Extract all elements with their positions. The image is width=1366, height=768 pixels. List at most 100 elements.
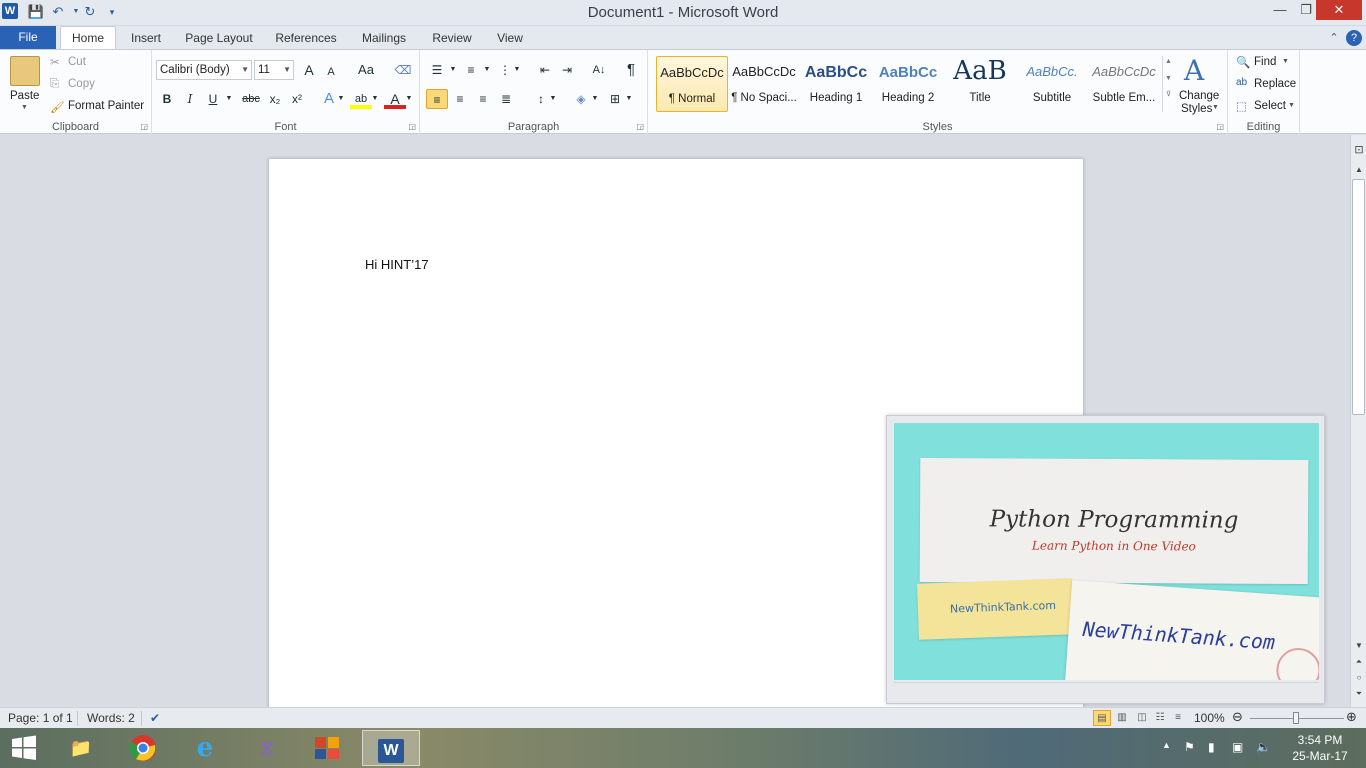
font-color-button[interactable]: A [384,89,406,109]
justify-icon[interactable]: ≣ [495,89,517,109]
find-icon[interactable]: 🔍 [1236,55,1250,69]
chrome-icon[interactable] [114,730,172,766]
font-launcher-icon[interactable]: ◲ [408,122,416,131]
subscript-button[interactable]: x₂ [264,89,286,109]
outline-icon[interactable]: ☷ [1151,710,1169,726]
clock-time[interactable]: 3:54 PM [1290,733,1350,747]
zoom-slider-thumb[interactable] [1293,712,1299,724]
clear-formatting-icon[interactable]: ⌫ [392,60,414,80]
styles-scroll-down-icon[interactable]: ▼ [1163,75,1174,82]
save-icon[interactable]: 💾 [26,3,46,21]
tab-file[interactable]: File [0,26,56,49]
tab-references[interactable]: References [270,29,342,49]
align-left-icon[interactable]: ≡ [426,89,448,109]
copy-button[interactable]: Copy [68,78,95,90]
page-count[interactable]: Page: 1 of 1 [8,711,73,725]
clipboard-launcher-icon[interactable]: ◲ [140,122,148,131]
maximize-button[interactable]: ❐ [1294,0,1318,20]
clock-date[interactable]: 25-Mar-17 [1286,749,1354,763]
ruler-toggle-icon[interactable]: ⊡ [1351,143,1366,157]
bold-button[interactable]: B [156,89,178,109]
change-styles-icon[interactable]: A [1184,54,1204,87]
file-explorer-icon[interactable]: 📁 [52,730,110,766]
multilevel-dropdown-icon[interactable]: ▼ [512,60,522,80]
web-layout-icon[interactable]: ◫ [1133,710,1151,726]
strikethrough-button[interactable]: abc [238,89,264,109]
tab-review[interactable]: Review [426,29,478,49]
style-heading-1[interactable]: AaBbCc Heading 1 [800,56,872,112]
font-name-combo[interactable]: Calibri (Body) ▼ [156,60,252,80]
select-dropdown-icon[interactable]: ▼ [1288,102,1295,109]
format-painter-button[interactable]: Format Painter [68,100,144,112]
style-normal[interactable]: AaBbCcDc ¶ Normal [656,56,728,112]
style-heading-2[interactable]: AaBbCc Heading 2 [872,56,944,112]
style-title[interactable]: AaB Title [944,56,1016,112]
borders-icon[interactable]: ⊞ [604,89,626,109]
change-case-button[interactable]: Aa [352,60,380,80]
decrease-indent-icon[interactable]: ⇤ [534,60,556,80]
select-button[interactable]: Select [1254,100,1286,112]
italic-button[interactable]: I [179,89,201,109]
show-marks-button[interactable]: ¶ [620,60,642,80]
undo-icon[interactable]: ↶ [48,3,68,21]
font-color-dropdown-icon[interactable]: ▼ [404,89,414,109]
paste-dropdown-icon[interactable]: ▼ [21,104,28,111]
video-frame[interactable]: Python Programming Learn Python in One V… [894,423,1319,680]
start-button[interactable] [8,734,40,762]
font-name-dropdown-icon[interactable]: ▼ [241,61,249,79]
power-icon[interactable]: ▮ [1208,740,1215,754]
line-spacing-dropdown-icon[interactable]: ▼ [548,89,558,109]
style-no-spacing[interactable]: AaBbCcDc ¶ No Spaci... [728,56,800,112]
replace-icon[interactable]: ab [1236,77,1247,88]
tab-mailings[interactable]: Mailings [354,29,414,49]
tab-page-layout[interactable]: Page Layout [180,29,258,49]
highlight-dropdown-icon[interactable]: ▼ [370,89,380,109]
paragraph-launcher-icon[interactable]: ◲ [636,122,644,131]
find-button[interactable]: Find [1254,56,1276,68]
change-styles-label[interactable]: Change [1179,90,1219,102]
font-size-combo[interactable]: 11 ▼ [254,60,294,80]
shading-icon[interactable]: ◈ [570,89,592,109]
minimize-button[interactable]: — [1268,0,1292,20]
action-center-icon[interactable]: ⚑ [1184,740,1195,754]
find-dropdown-icon[interactable]: ▼ [1282,58,1289,65]
scroll-down-icon[interactable]: ▼ [1351,639,1366,653]
print-layout-icon[interactable]: ▤ [1093,710,1111,726]
show-hidden-icons[interactable]: ▲ [1162,740,1171,750]
zoom-out-icon[interactable]: ⊖ [1232,709,1243,725]
full-screen-reading-icon[interactable]: ▥ [1113,710,1131,726]
redo-icon[interactable]: ↻ [80,3,100,21]
style-subtle-emphasis[interactable]: AaBbCcDc Subtle Em... [1088,56,1160,112]
change-styles-label-2[interactable]: Styles [1181,103,1212,115]
previous-page-icon[interactable]: ⏶ [1351,655,1366,669]
styles-launcher-icon[interactable]: ◲ [1216,122,1224,131]
scroll-up-icon[interactable]: ▲ [1351,163,1366,177]
align-right-icon[interactable]: ≡ [472,89,494,109]
change-styles-dropdown-icon[interactable]: ▼ [1212,104,1219,111]
video-controls-bar[interactable] [894,682,1319,698]
styles-scroll[interactable]: ▲ ▼ ⊽ [1162,56,1174,112]
volume-icon[interactable]: 🔈 [1256,740,1271,754]
help-icon[interactable]: ? [1346,30,1362,46]
proofing-icon[interactable]: ✔ [150,711,160,725]
minimize-ribbon-icon[interactable]: ⌃ [1326,30,1342,46]
visual-studio-icon[interactable]: ⧖ [238,730,296,766]
superscript-button[interactable]: x² [286,89,308,109]
numbering-dropdown-icon[interactable]: ▼ [482,60,492,80]
underline-dropdown-icon[interactable]: ▼ [224,89,234,109]
replace-button[interactable]: Replace [1254,78,1296,90]
word-count[interactable]: Words: 2 [87,711,135,725]
font-size-dropdown-icon[interactable]: ▼ [283,61,291,79]
increase-indent-icon[interactable]: ⇥ [556,60,578,80]
word-app-icon[interactable]: W [2,3,18,19]
word-taskbar-icon[interactable]: W [362,730,420,766]
text-effects-dropdown-icon[interactable]: ▼ [336,89,346,109]
borders-dropdown-icon[interactable]: ▼ [624,89,634,109]
document-text[interactable]: Hi HINT’17 [365,257,429,272]
video-player-window[interactable]: Python Programming Learn Python in One V… [886,415,1325,704]
zoom-in-icon[interactable]: ⊕ [1346,709,1357,725]
tab-view[interactable]: View [490,29,530,49]
zoom-level[interactable]: 100% [1194,711,1225,725]
select-icon[interactable]: ⬚ [1236,99,1247,113]
browse-object-icon[interactable]: ○ [1351,671,1366,685]
